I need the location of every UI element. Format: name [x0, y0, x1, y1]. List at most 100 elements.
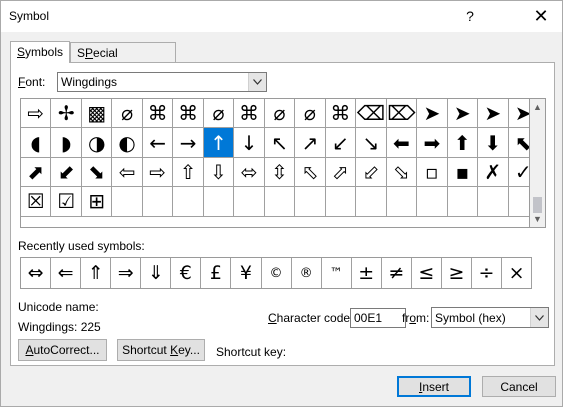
symbol-grid[interactable]: ⇨ ✢ ▩ ⌀ ⌘ ⌘ ⌀ ⌘ ⌀ ⌀ ⌘ ⌫ ⌦ ➤ ➤ ➤ ➤ ◖ ◗ ◑ ◐ ← → ↑ ↓ ↖ ↗ ↙ ↘ ⬅ ➡ ⬆ ⬇ ⬉ ⬈ ⬋ ⬊ ⇦ ⇨ ⇧… — [20, 98, 539, 228]
symbol-cell[interactable] — [386, 187, 418, 217]
symbol-cell[interactable]: ⌘ — [234, 99, 265, 129]
font-dropdown[interactable]: Wingdings — [57, 72, 267, 92]
symbol-cell[interactable]: ↓ — [234, 128, 265, 158]
symbol-cell[interactable] — [142, 187, 174, 217]
symbol-cell[interactable] — [264, 187, 296, 217]
symbol-cell[interactable]: ⬁ — [295, 157, 326, 188]
cancel-button[interactable]: Cancel — [482, 376, 556, 397]
character-code-input[interactable]: 00E1 — [350, 308, 406, 328]
symbol-cell[interactable]: ➤ — [417, 99, 448, 129]
symbol-cell[interactable]: ⬂ — [386, 157, 418, 188]
symbol-cell[interactable]: → — [173, 128, 204, 158]
symbol-cell[interactable]: ▪ — [447, 157, 479, 188]
insert-button[interactable]: Insert — [397, 376, 471, 397]
recent-symbol-cell[interactable]: £ — [201, 258, 232, 288]
symbol-cell[interactable]: ⇨ — [21, 99, 52, 129]
symbol-cell[interactable]: ⬈ — [21, 157, 52, 188]
recent-symbol-cell[interactable]: ≤ — [412, 258, 442, 288]
character-code-label: Character code: — [268, 311, 353, 325]
symbol-cell[interactable]: ⬆ — [447, 128, 479, 158]
symbol-cell[interactable]: ⬀ — [325, 157, 357, 188]
recent-symbol-cell[interactable]: ± — [352, 258, 382, 288]
symbol-cell[interactable]: ⬋ — [51, 157, 82, 188]
recent-symbol-cell[interactable]: ÷ — [472, 258, 502, 288]
recent-symbol-cell[interactable]: ⇐ — [51, 258, 82, 288]
symbol-grid-scrollbar[interactable]: ▲ ▼ — [529, 98, 546, 228]
symbol-cell[interactable]: ◗ — [51, 128, 82, 158]
symbol-cell[interactable]: ☒ — [21, 187, 52, 217]
symbol-cell[interactable]: ⇦ — [112, 157, 143, 188]
symbol-cell[interactable] — [203, 187, 235, 217]
symbol-cell[interactable]: ▩ — [81, 99, 113, 129]
symbol-cell[interactable]: ✗ — [478, 157, 509, 188]
symbol-cell[interactable]: ⌘ — [173, 99, 204, 129]
symbol-cell[interactable]: ⬅ — [386, 128, 418, 158]
chevron-down-icon[interactable] — [530, 308, 548, 327]
symbol-cell[interactable]: ⌀ — [203, 99, 235, 129]
symbol-cell[interactable]: ⬇ — [478, 128, 509, 158]
autocorrect-button[interactable]: AutoCorrect... — [18, 339, 107, 361]
shortcut-key-button[interactable]: Shortcut Key... — [117, 339, 205, 361]
symbol-cell[interactable] — [112, 187, 143, 217]
recent-symbol-cell[interactable]: ⇑ — [81, 258, 112, 288]
symbol-cell[interactable]: ⇩ — [203, 157, 235, 188]
symbol-cell[interactable]: ➤ — [478, 99, 509, 129]
symbol-cell[interactable] — [417, 187, 448, 217]
symbol-cell[interactable]: ⊞ — [81, 187, 113, 217]
recent-symbol-cell[interactable]: ⇓ — [141, 258, 172, 288]
symbol-cell[interactable]: ▫ — [417, 157, 448, 188]
symbol-cell[interactable]: ⌘ — [325, 99, 357, 129]
tab-special-characters[interactable]: SPecial Characters — [70, 42, 176, 74]
symbol-cell[interactable]: ⌀ — [295, 99, 326, 129]
symbol-cell[interactable]: ⇳ — [264, 157, 296, 188]
symbol-cell[interactable]: ⇧ — [173, 157, 204, 188]
symbol-cell[interactable] — [295, 187, 326, 217]
from-dropdown[interactable]: Symbol (hex) — [431, 307, 549, 328]
recent-symbol-cell[interactable]: ⇔ — [21, 258, 52, 288]
scroll-down-icon[interactable]: ▼ — [530, 211, 545, 227]
recent-symbol-cell[interactable]: ™ — [322, 258, 352, 288]
symbol-cell[interactable]: ◖ — [21, 128, 52, 158]
symbol-cell[interactable]: ✢ — [51, 99, 82, 129]
recent-symbol-cell[interactable]: ® — [292, 258, 322, 288]
symbol-cell[interactable]: ◐ — [112, 128, 143, 158]
scroll-up-icon[interactable]: ▲ — [530, 99, 545, 115]
symbol-cell[interactable]: ↖ — [264, 128, 296, 158]
symbol-cell[interactable]: ⬊ — [81, 157, 113, 188]
symbol-cell[interactable]: ⌀ — [264, 99, 296, 129]
help-button[interactable]: ? — [447, 1, 493, 31]
tab-symbols[interactable]: Symbols — [10, 41, 70, 63]
symbol-cell[interactable] — [173, 187, 204, 217]
symbol-cell[interactable]: ↗ — [295, 128, 326, 158]
symbol-cell[interactable]: ⌫ — [356, 99, 387, 129]
symbol-cell[interactable]: ◑ — [81, 128, 113, 158]
close-button[interactable]: ✕ — [518, 1, 563, 31]
symbol-cell[interactable]: ← — [142, 128, 174, 158]
recent-symbols-row[interactable]: ⇔ ⇐ ⇑ ⇒ ⇓ € £ ¥ © ® ™ ± ≠ ≤ ≥ ÷ × — [20, 257, 533, 289]
recent-symbol-cell[interactable]: × — [502, 258, 533, 288]
symbol-cell[interactable] — [234, 187, 265, 217]
recent-symbol-cell[interactable]: € — [171, 258, 202, 288]
symbol-cell[interactable] — [356, 187, 387, 217]
symbol-cell[interactable]: ↙ — [325, 128, 357, 158]
symbol-cell[interactable]: ↘ — [356, 128, 387, 158]
symbol-cell[interactable]: ☑ — [51, 187, 82, 217]
symbol-cell[interactable] — [478, 187, 509, 217]
recent-symbol-cell[interactable]: ¥ — [231, 258, 262, 288]
symbol-cell[interactable] — [325, 187, 357, 217]
symbol-cell[interactable]: ⬄ — [234, 157, 265, 188]
symbol-cell[interactable]: ⌦ — [386, 99, 418, 129]
symbol-cell[interactable]: ⌘ — [142, 99, 174, 129]
chevron-down-icon[interactable] — [248, 73, 266, 91]
symbol-cell[interactable]: ➡ — [417, 128, 448, 158]
symbol-cell[interactable]: ↑ — [203, 128, 235, 158]
recent-symbol-cell[interactable]: ≠ — [382, 258, 412, 288]
recent-symbol-cell[interactable]: ⇒ — [111, 258, 142, 288]
symbol-cell[interactable] — [447, 187, 479, 217]
symbol-cell[interactable]: ⬃ — [356, 157, 387, 188]
recent-symbol-cell[interactable]: © — [262, 258, 292, 288]
symbol-cell[interactable]: ➤ — [447, 99, 479, 129]
recent-symbol-cell[interactable]: ≥ — [442, 258, 472, 288]
symbol-cell[interactable]: ⇨ — [142, 157, 174, 188]
symbol-cell[interactable]: ⌀ — [112, 99, 143, 129]
